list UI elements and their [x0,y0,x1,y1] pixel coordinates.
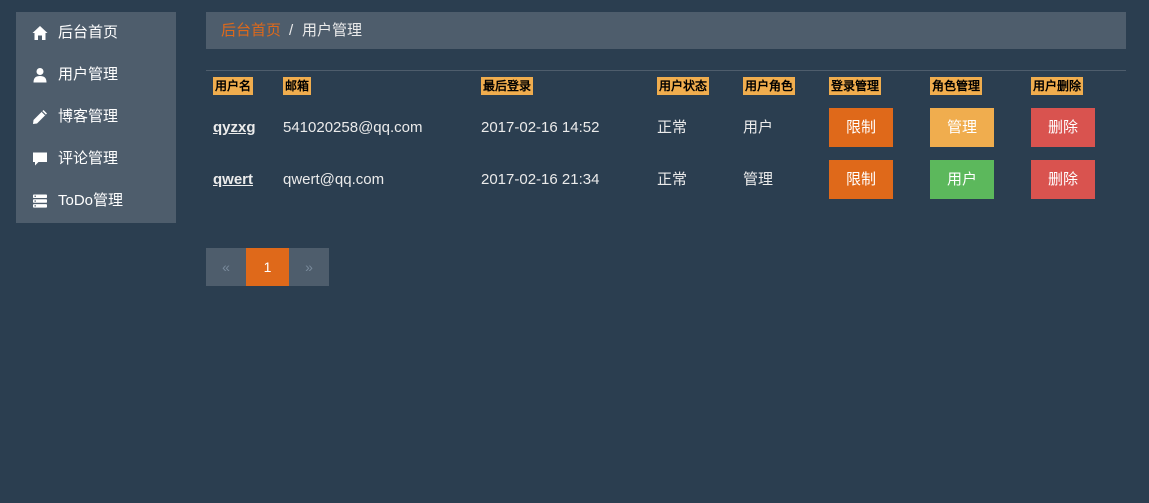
sidebar-item-todo[interactable]: ToDo管理 [16,180,176,222]
header-last-login: 最后登录 [481,77,534,95]
restrict-button[interactable]: 限制 [829,160,893,199]
breadcrumb-separator: / [289,22,294,39]
sidebar-item-label: ToDo管理 [58,192,124,209]
breadcrumb-home-link[interactable]: 后台首页 [221,22,281,40]
header-role-manage: 角色管理 [930,77,983,95]
sidebar: 后台首页 用户管理 博客管理 评论管理 ToDo管理 [16,12,176,223]
sidebar-item-home[interactable]: 后台首页 [16,12,176,54]
comment-icon [33,152,47,166]
email-cell: qwert@qq.com [283,171,385,188]
role-cell: 管理 [743,171,774,188]
sidebar-item-label: 评论管理 [58,150,119,167]
tasks-icon [33,194,47,208]
home-icon [32,26,48,40]
header-role: 用户角色 [743,77,796,95]
delete-button[interactable]: 删除 [1031,160,1095,199]
status-cell: 正常 [657,119,688,136]
last-login-cell: 2017-02-16 14:52 [481,119,600,136]
header-username: 用户名 [213,77,254,95]
email-cell: 541020258@qq.com [283,119,423,136]
username-link[interactable]: qyzxg [213,119,256,137]
header-login-manage: 登录管理 [829,77,882,95]
sidebar-item-blogs[interactable]: 博客管理 [16,96,176,138]
sidebar-item-label: 后台首页 [58,24,119,41]
last-login-cell: 2017-02-16 21:34 [481,171,600,188]
sidebar-item-label: 用户管理 [58,66,119,83]
sidebar-item-users[interactable]: 用户管理 [16,54,176,96]
header-status: 用户状态 [657,77,710,95]
breadcrumb-current: 用户管理 [302,22,363,39]
pagination-page-current[interactable]: 1 [246,248,289,286]
pagination-prev[interactable]: « [206,248,246,286]
sidebar-item-label: 博客管理 [58,108,119,125]
header-email: 邮箱 [283,77,312,95]
pagination-next[interactable]: » [289,248,329,286]
breadcrumb: 后台首页 / 用户管理 [206,12,1126,49]
role-manage-button[interactable]: 管理 [930,108,994,147]
username-link[interactable]: qwert [213,171,253,189]
sidebar-item-comments[interactable]: 评论管理 [16,138,176,180]
pencil-icon [33,110,47,124]
role-user-button[interactable]: 用户 [930,160,994,199]
table-top-rule [206,70,1126,71]
delete-button[interactable]: 删除 [1031,108,1095,147]
status-cell: 正常 [657,171,688,188]
role-cell: 用户 [743,119,774,136]
user-icon [33,68,47,83]
header-delete: 用户删除 [1031,77,1084,95]
restrict-button[interactable]: 限制 [829,108,893,147]
